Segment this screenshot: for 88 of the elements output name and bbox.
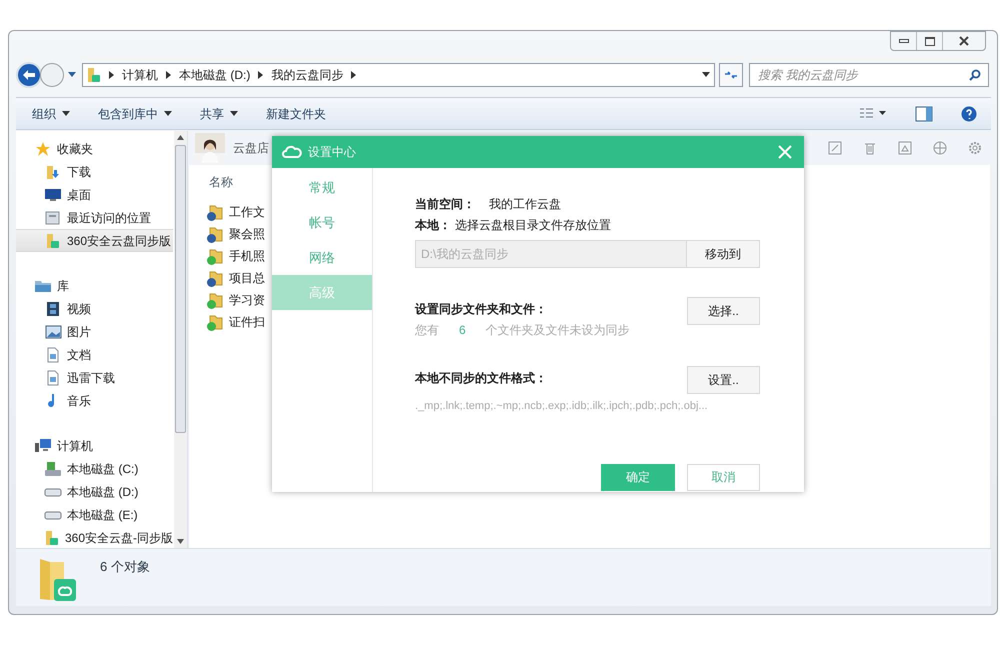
- nav-item[interactable]: 360安全云盘-同步版: [16, 526, 173, 548]
- system-drive-icon: [44, 460, 62, 476]
- dialog-title: 设置中心: [308, 144, 356, 161]
- star-icon: [35, 141, 51, 157]
- breadcrumb-item[interactable]: 计算机: [122, 66, 158, 84]
- address-bar[interactable]: 计算机 本地磁盘 (D:) 我的云盘同步: [82, 63, 715, 87]
- library-folder-icon: [34, 278, 52, 294]
- close-icon: [958, 36, 970, 46]
- sync-note-prefix: 您有: [415, 322, 439, 339]
- settings-icon[interactable]: [968, 141, 982, 155]
- item-count: 6 个对象: [100, 558, 150, 576]
- nav-item[interactable]: 音乐: [16, 389, 173, 412]
- search-field[interactable]: 搜索 我的云盘同步: [749, 63, 989, 87]
- picture-icon: [44, 324, 62, 338]
- file-row[interactable]: 聚会照: [209, 223, 265, 245]
- caret-icon: [230, 111, 238, 116]
- choose-button[interactable]: 选择..: [687, 297, 760, 325]
- sync-title: 设置同步文件夹和文件：: [415, 301, 548, 318]
- nav-item[interactable]: 桌面: [16, 183, 173, 206]
- refresh-button[interactable]: [719, 63, 743, 87]
- toolbar-button[interactable]: 包含到库中: [98, 104, 172, 122]
- edit-icon[interactable]: [828, 141, 842, 155]
- download-folder-icon: [45, 164, 61, 180]
- chevron-icon[interactable]: [258, 71, 264, 79]
- breadcrumb-item[interactable]: 本地磁盘 (D:): [179, 66, 250, 84]
- nav-item[interactable]: 迅雷下载: [16, 366, 173, 389]
- local-description: 选择云盘根目录文件存放位置: [455, 217, 611, 234]
- nav-item[interactable]: 图片: [16, 320, 173, 343]
- chevron-icon[interactable]: [166, 71, 171, 79]
- help-icon[interactable]: [961, 106, 977, 122]
- caret-icon: [62, 111, 70, 116]
- toolbar-button[interactable]: 组织: [32, 104, 70, 122]
- file-row[interactable]: 证件扫: [209, 311, 265, 333]
- space-label: 当前空间：: [415, 196, 475, 213]
- history-dropdown-icon[interactable]: [68, 72, 76, 78]
- close-icon: [778, 145, 792, 159]
- nav-section[interactable]: 收藏夹: [57, 140, 93, 158]
- nav-item[interactable]: 文档: [16, 343, 173, 366]
- breadcrumb-item[interactable]: 我的云盘同步: [271, 66, 344, 84]
- chevron-icon[interactable]: [109, 71, 114, 79]
- computer-icon: [34, 438, 52, 454]
- dropdown-icon[interactable]: [702, 72, 710, 78]
- format-settings-button[interactable]: 设置..: [687, 366, 760, 394]
- chevron-icon[interactable]: [351, 71, 356, 79]
- sync-note-suffix: 个文件夹及文件未设为同步: [486, 322, 630, 339]
- nav-item[interactable]: 本地磁盘 (D:): [16, 480, 173, 503]
- nav-item[interactable]: 视频: [16, 297, 173, 320]
- preview-pane-icon[interactable]: [915, 106, 933, 122]
- nav-item[interactable]: 下载: [16, 160, 173, 183]
- recent-places-icon: [45, 210, 61, 226]
- film-icon: [45, 300, 61, 316]
- nav-item[interactable]: 本地磁盘 (E:): [16, 503, 173, 526]
- search-icon[interactable]: [969, 69, 981, 81]
- toolbar-button[interactable]: 共享: [200, 104, 238, 122]
- local-label: 本地：: [415, 217, 451, 234]
- cloud-icon: [282, 145, 302, 159]
- document-icon: [46, 346, 60, 362]
- unsynced-count: 6: [459, 322, 466, 339]
- scroll-up-icon[interactable]: [177, 135, 184, 140]
- document-icon: [46, 370, 60, 386]
- monitor-icon: [44, 188, 62, 202]
- nav-item[interactable]: 最近访问的位置: [16, 206, 173, 229]
- upload-icon[interactable]: [898, 141, 912, 155]
- file-row[interactable]: 学习资: [209, 289, 265, 311]
- format-title: 本地不同步的文件格式：: [415, 370, 548, 387]
- caret-icon: [164, 111, 172, 116]
- toolbar-button[interactable]: 新建文件夹: [266, 104, 326, 122]
- file-row[interactable]: 工作文: [209, 201, 265, 223]
- space-value: 我的工作云盘: [489, 196, 561, 213]
- move-to-button[interactable]: 移动到: [687, 240, 760, 268]
- column-header[interactable]: 名称: [209, 173, 233, 191]
- scrollbar-thumb[interactable]: [175, 145, 186, 433]
- scroll-down-icon[interactable]: [177, 539, 184, 544]
- nav-section[interactable]: 库: [57, 277, 69, 295]
- nav-section[interactable]: 计算机: [57, 437, 93, 455]
- drive-icon: [44, 486, 62, 498]
- file-row[interactable]: 项目总: [209, 267, 265, 289]
- account-name: 云盘店: [233, 140, 269, 157]
- file-row[interactable]: 手机照: [209, 245, 265, 267]
- excluded-formats: ._mp;.lnk;.temp;.~mp;.ncb;.exp;.idb;.ilk;.ipch;.pdb;.pch;.obj...: [415, 399, 709, 414]
- globe-icon[interactable]: [933, 141, 947, 155]
- view-options-icon[interactable]: [859, 108, 887, 120]
- refresh-arrows-icon: [724, 70, 738, 80]
- drive-icon: [44, 508, 62, 520]
- nav-item[interactable]: 360安全云盘同步版: [16, 229, 173, 252]
- trash-icon[interactable]: [863, 141, 877, 155]
- nav-item[interactable]: 本地磁盘 (C:): [16, 457, 173, 480]
- back-arrow-icon: [22, 69, 36, 81]
